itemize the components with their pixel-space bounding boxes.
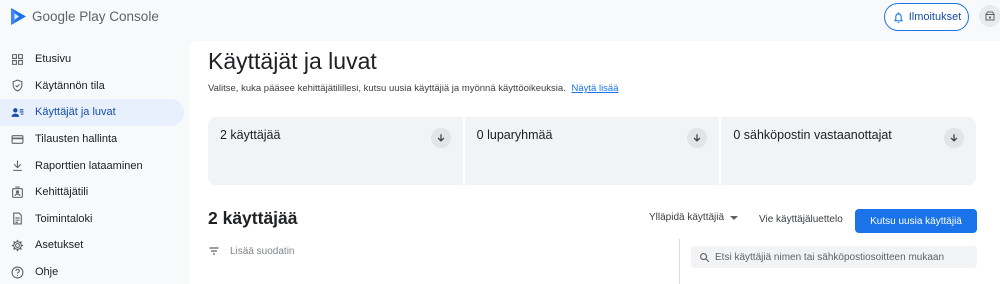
sidebar-item-label: Kehittäjätili (35, 186, 89, 199)
sidebar-item-label: Käytännön tila (35, 79, 105, 92)
invite-users-button[interactable]: Kutsu uusia käyttäjiä (855, 209, 977, 233)
sidebar-item-label: Käyttäjät ja luvat (35, 106, 116, 119)
top-bar: Google Play Console Ilmoitukset (0, 0, 1000, 36)
description-text: Valitse, kuka pääsee kehittäjätilillesi,… (208, 83, 566, 94)
divider (679, 239, 680, 284)
stat-card-value: 0 luparyhmää (476, 128, 553, 142)
stat-card-value: 0 sähköpostin vastaanottajat (733, 128, 892, 142)
search-box[interactable] (691, 246, 977, 268)
play-console-logo[interactable]: Google Play Console (10, 7, 159, 26)
sidebar-item-policy-status[interactable]: Käytännön tila (0, 73, 184, 100)
sidebar-item-label: Ohje (35, 266, 59, 279)
document-icon (10, 212, 24, 226)
users-icon (10, 105, 24, 119)
download-icon (10, 159, 24, 173)
sidebar-item-label: Tilausten hallinta (35, 133, 118, 146)
export-users-button[interactable]: Vie käyttäjäluettelo (759, 214, 843, 225)
sidebar-item-label: Etusivu (35, 53, 72, 66)
account-button[interactable] (979, 5, 1000, 27)
learn-more-link[interactable]: Näytä lisää (572, 83, 619, 94)
add-filter-label: Lisää suodatin (230, 245, 295, 257)
search-icon (700, 252, 710, 262)
sidebar-item-label: Raporttien lataaminen (35, 159, 143, 172)
page-title: Käyttäjät ja luvat (208, 48, 377, 74)
sidebar-item-developer-account[interactable]: Kehittäjätili (0, 179, 184, 206)
app-name: Google Play Console (32, 9, 159, 24)
sidebar-item-label: Asetukset (35, 239, 84, 252)
arrow-down-icon[interactable] (687, 128, 708, 148)
sidebar-item-help[interactable]: Ohje (0, 259, 184, 284)
arrow-down-icon[interactable] (430, 128, 451, 148)
sidebar-item-subscriptions[interactable]: Tilausten hallinta (0, 126, 184, 153)
add-filter-button[interactable]: Lisää suodatin (208, 245, 295, 257)
play-console-logo-icon (11, 8, 26, 25)
sidebar-item-users[interactable]: Käyttäjät ja luvat (0, 99, 184, 126)
stat-card-value: 2 käyttäjää (220, 128, 281, 142)
sidebar-item-report-downloads[interactable]: Raporttien lataaminen (0, 152, 184, 179)
help-icon (10, 265, 24, 279)
maintain-users-dropdown[interactable]: Ylläpidä käyttäjiä (649, 212, 739, 223)
shield-icon (10, 79, 24, 93)
dashboard-icon (10, 52, 24, 66)
account-box-icon (10, 185, 24, 199)
page-description: Valitse, kuka pääsee kehittäjätilillesi,… (208, 83, 619, 94)
maintain-users-label: Ylläpidä käyttäjiä (649, 212, 725, 223)
notifications-button[interactable]: Ilmoitukset (884, 3, 969, 31)
main-content: Käyttäjät ja luvat Valitse, kuka pääsee … (189, 41, 1000, 284)
notifications-label: Ilmoitukset (908, 11, 962, 23)
sidebar-item-home[interactable]: Etusivu (0, 46, 184, 73)
credit-card-icon (10, 132, 24, 146)
gear-icon (10, 238, 24, 252)
bell-icon (893, 11, 903, 23)
search-input[interactable] (715, 251, 975, 263)
summary-cards: 2 käyttäjää 0 luparyhmää 0 sähköpostin v… (208, 117, 977, 185)
caret-down-icon (730, 215, 739, 220)
stat-card-permission-groups[interactable]: 0 luparyhmää (464, 117, 720, 185)
sidebar-item-settings[interactable]: Asetukset (0, 232, 184, 259)
arrow-down-icon[interactable] (944, 128, 965, 148)
users-section-title: 2 käyttäjää (208, 208, 298, 228)
stat-card-email-recipients[interactable]: 0 sähköpostin vastaanottajat (721, 117, 977, 185)
stat-card-users[interactable]: 2 käyttäjää (208, 117, 463, 185)
sidebar-item-label: Toimintaloki (35, 212, 93, 225)
filter-icon (209, 247, 219, 255)
sidebar-item-activity-log[interactable]: Toimintaloki (0, 206, 184, 233)
store-icon (985, 11, 995, 21)
sidebar: Etusivu Käytännön tila Käyttäjät ja luva… (0, 46, 190, 284)
